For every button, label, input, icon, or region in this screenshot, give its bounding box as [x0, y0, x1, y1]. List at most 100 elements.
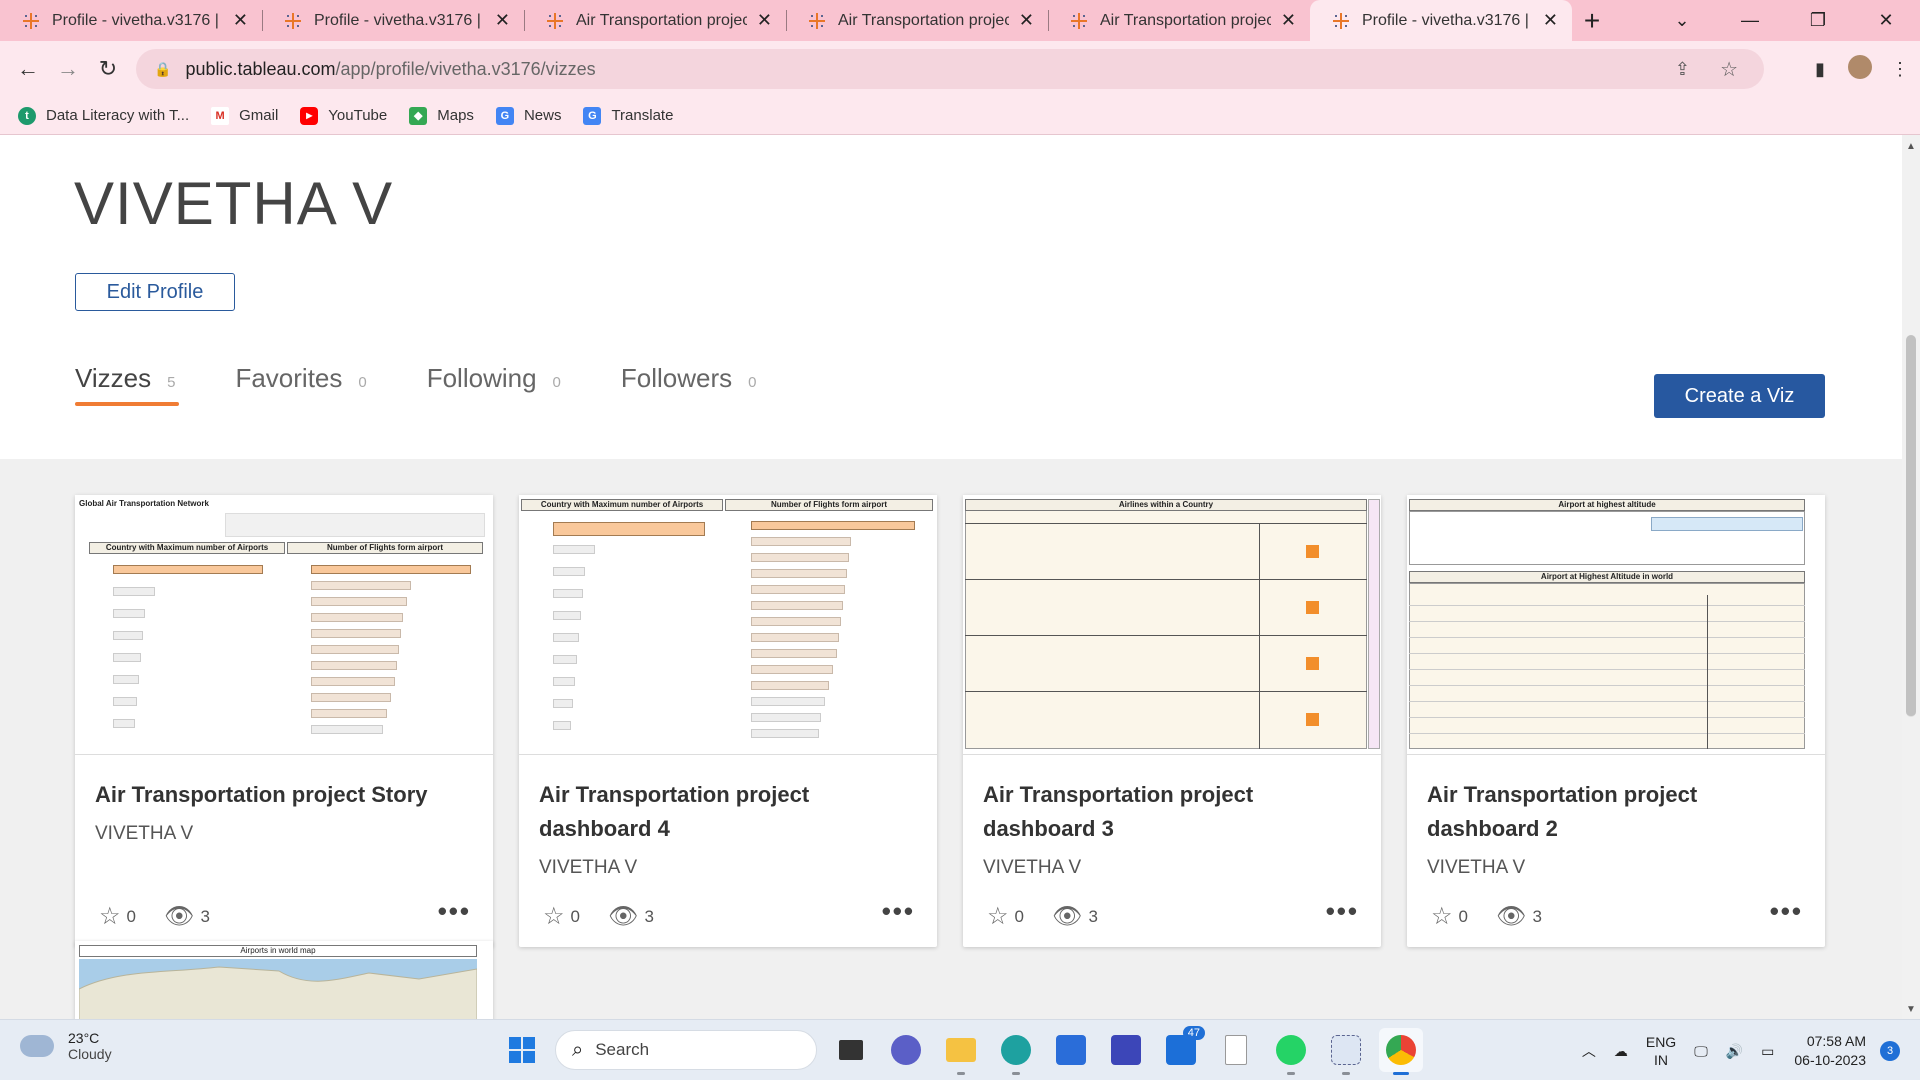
chevron-up-icon[interactable]: ︿ [1582, 1042, 1596, 1060]
scroll-up-icon[interactable]: ▲ [1902, 141, 1920, 152]
close-icon[interactable]: ✕ [233, 10, 248, 31]
tab-following[interactable]: Following 0 [427, 363, 561, 406]
thumb-bar [553, 611, 581, 620]
viz-author[interactable]: VIVETHA V [1427, 857, 1525, 879]
thumb-bar [751, 649, 837, 658]
close-icon[interactable]: ✕ [1019, 10, 1034, 31]
onedrive-icon[interactable]: ☁ [1614, 1042, 1628, 1060]
close-icon[interactable]: ✕ [757, 10, 772, 31]
thumb-bar [751, 553, 849, 562]
browser-tab[interactable]: Air Transportation project Story ✕ [524, 0, 786, 41]
viz-card[interactable]: Airlines within a Country Air Transporta… [963, 495, 1381, 947]
viz-title[interactable]: Air Transportation project Story [95, 778, 473, 812]
weather-widget[interactable]: 23°C Cloudy [20, 1030, 112, 1062]
teams-button[interactable] [884, 1028, 928, 1072]
bookmark-item[interactable]: G News [495, 106, 561, 125]
profile-avatar[interactable] [1840, 54, 1880, 84]
notification-badge[interactable]: 3 [1880, 1040, 1900, 1061]
viz-title[interactable]: Air Transportation project dashboard 3 [983, 778, 1361, 846]
share-icon[interactable]: ⇪ [1675, 59, 1690, 80]
address-bar[interactable]: 🔒 public.tableau.com/app/profile/vivetha… [136, 49, 1764, 89]
bookmark-item[interactable]: ◆ Maps [409, 106, 474, 125]
thumb-header: Airport at Highest Altitude in world [1409, 571, 1805, 583]
tableau-icon [1333, 12, 1349, 29]
more-options-icon[interactable]: ••• [438, 896, 471, 927]
more-options-icon[interactable]: ••• [1326, 896, 1359, 927]
viz-thumbnail[interactable]: Airlines within a Country [963, 495, 1381, 755]
tab-title: Profile - vivetha.v3176 | Tableau Public [52, 11, 223, 29]
star-icon[interactable]: ☆ [987, 902, 1009, 931]
viz-author[interactable]: VIVETHA V [983, 857, 1081, 879]
battery-icon[interactable]: ▭ [1761, 1042, 1774, 1060]
star-icon[interactable]: ☆ [1431, 902, 1453, 931]
taskbar-search[interactable]: ⌕ Search [555, 1030, 817, 1070]
viz-card[interactable]: Airport at highest altitude Airport at H… [1407, 495, 1825, 947]
viz-stats: ☆ 0 👁 3 [1431, 902, 1542, 931]
scroll-thumb[interactable] [1906, 335, 1916, 717]
star-icon[interactable]: ☆ [99, 902, 121, 931]
volume-icon[interactable]: 🔊 [1726, 1042, 1743, 1060]
forward-icon[interactable]: → [48, 56, 88, 82]
more-options-icon[interactable]: ••• [882, 896, 915, 927]
lock-icon[interactable]: 🔒 [154, 61, 171, 78]
edit-profile-button[interactable]: Edit Profile [75, 273, 235, 311]
reload-icon[interactable]: ↻ [88, 56, 128, 82]
scroll-down-icon[interactable]: ▼ [1902, 1004, 1920, 1015]
menu-icon[interactable]: ⋮ [1880, 59, 1920, 80]
close-icon[interactable]: ✕ [495, 10, 510, 31]
viz-card[interactable]: Airports in world map [75, 941, 493, 1019]
star-icon[interactable]: ☆ [543, 902, 565, 931]
network-icon[interactable]: 🖵 [1694, 1042, 1708, 1060]
viz-thumbnail[interactable]: Country with Maximum number of Airports … [519, 495, 937, 755]
browser-tab[interactable]: Air Transportation project dashboard ✕ [786, 0, 1048, 41]
edge-button[interactable] [994, 1028, 1038, 1075]
start-button[interactable] [500, 1028, 544, 1072]
new-tab-button[interactable]: + [1572, 0, 1612, 41]
app-button[interactable] [1104, 1028, 1148, 1072]
bookmark-item[interactable]: t Data Literacy with T... [18, 106, 189, 125]
back-icon[interactable]: ← [8, 56, 48, 82]
tab-vizzes[interactable]: Vizzes 5 [75, 363, 180, 406]
browser-tab[interactable]: Profile - vivetha.v3176 | Tableau Public… [262, 0, 524, 41]
viz-author[interactable]: VIVETHA V [539, 857, 637, 879]
more-options-icon[interactable]: ••• [1770, 896, 1803, 927]
restore-icon[interactable]: ❐ [1784, 10, 1852, 31]
minimize-icon[interactable]: — [1716, 10, 1784, 31]
bookmark-item[interactable]: ▶ YouTube [300, 106, 387, 125]
chrome-button[interactable] [1379, 1028, 1423, 1075]
close-icon[interactable]: ✕ [1543, 10, 1558, 31]
browser-tab-active[interactable]: Profile - vivetha.v3176 | Tableau Public… [1310, 0, 1572, 41]
close-window-icon[interactable]: ✕ [1852, 10, 1920, 31]
viz-card[interactable]: Global Air Transportation Network Countr… [75, 495, 493, 947]
tab-favorites[interactable]: Favorites 0 [235, 363, 366, 406]
thumb-bar [311, 693, 391, 702]
browser-tab[interactable]: Profile - vivetha.v3176 | Tableau Public… [0, 0, 262, 41]
viz-card[interactable]: Country with Maximum number of Airports … [519, 495, 937, 947]
language-indicator[interactable]: ENG IN [1646, 1033, 1676, 1069]
viz-title[interactable]: Air Transportation project dashboard 2 [1427, 778, 1805, 846]
file-explorer-button[interactable] [939, 1028, 983, 1075]
viz-stats: ☆ 0 👁 3 [99, 902, 210, 931]
viz-author[interactable]: VIVETHA V [95, 823, 193, 845]
bookmark-item[interactable]: G Translate [583, 106, 673, 125]
whatsapp-button[interactable] [1269, 1028, 1313, 1075]
viz-thumbnail[interactable]: Global Air Transportation Network Countr… [75, 495, 493, 755]
tableau-button[interactable] [1324, 1028, 1368, 1075]
mail-button[interactable]: 47 [1159, 1026, 1205, 1072]
create-viz-button[interactable]: Create a Viz [1654, 374, 1825, 418]
notepad-button[interactable] [1214, 1028, 1258, 1072]
close-icon[interactable]: ✕ [1281, 10, 1296, 31]
task-view-button[interactable] [829, 1028, 873, 1072]
page-scrollbar[interactable]: ▲ ▼ [1902, 135, 1920, 1019]
browser-tab[interactable]: Air Transportation project dashboard ✕ [1048, 0, 1310, 41]
viz-thumbnail[interactable]: Airport at highest altitude Airport at H… [1407, 495, 1825, 755]
bookmark-item[interactable]: M Gmail [211, 106, 278, 125]
store-button[interactable] [1049, 1028, 1093, 1072]
clock[interactable]: 07:58 AM 06-10-2023 [1794, 1032, 1866, 1070]
bookmark-star-icon[interactable]: ☆ [1720, 57, 1738, 82]
thumb-bar [751, 633, 839, 642]
viz-title[interactable]: Air Transportation project dashboard 4 [539, 778, 917, 846]
side-panel-icon[interactable]: ▮ [1800, 59, 1840, 80]
tab-followers[interactable]: Followers 0 [621, 363, 757, 406]
tab-search-icon[interactable]: ⌄ [1648, 10, 1716, 31]
